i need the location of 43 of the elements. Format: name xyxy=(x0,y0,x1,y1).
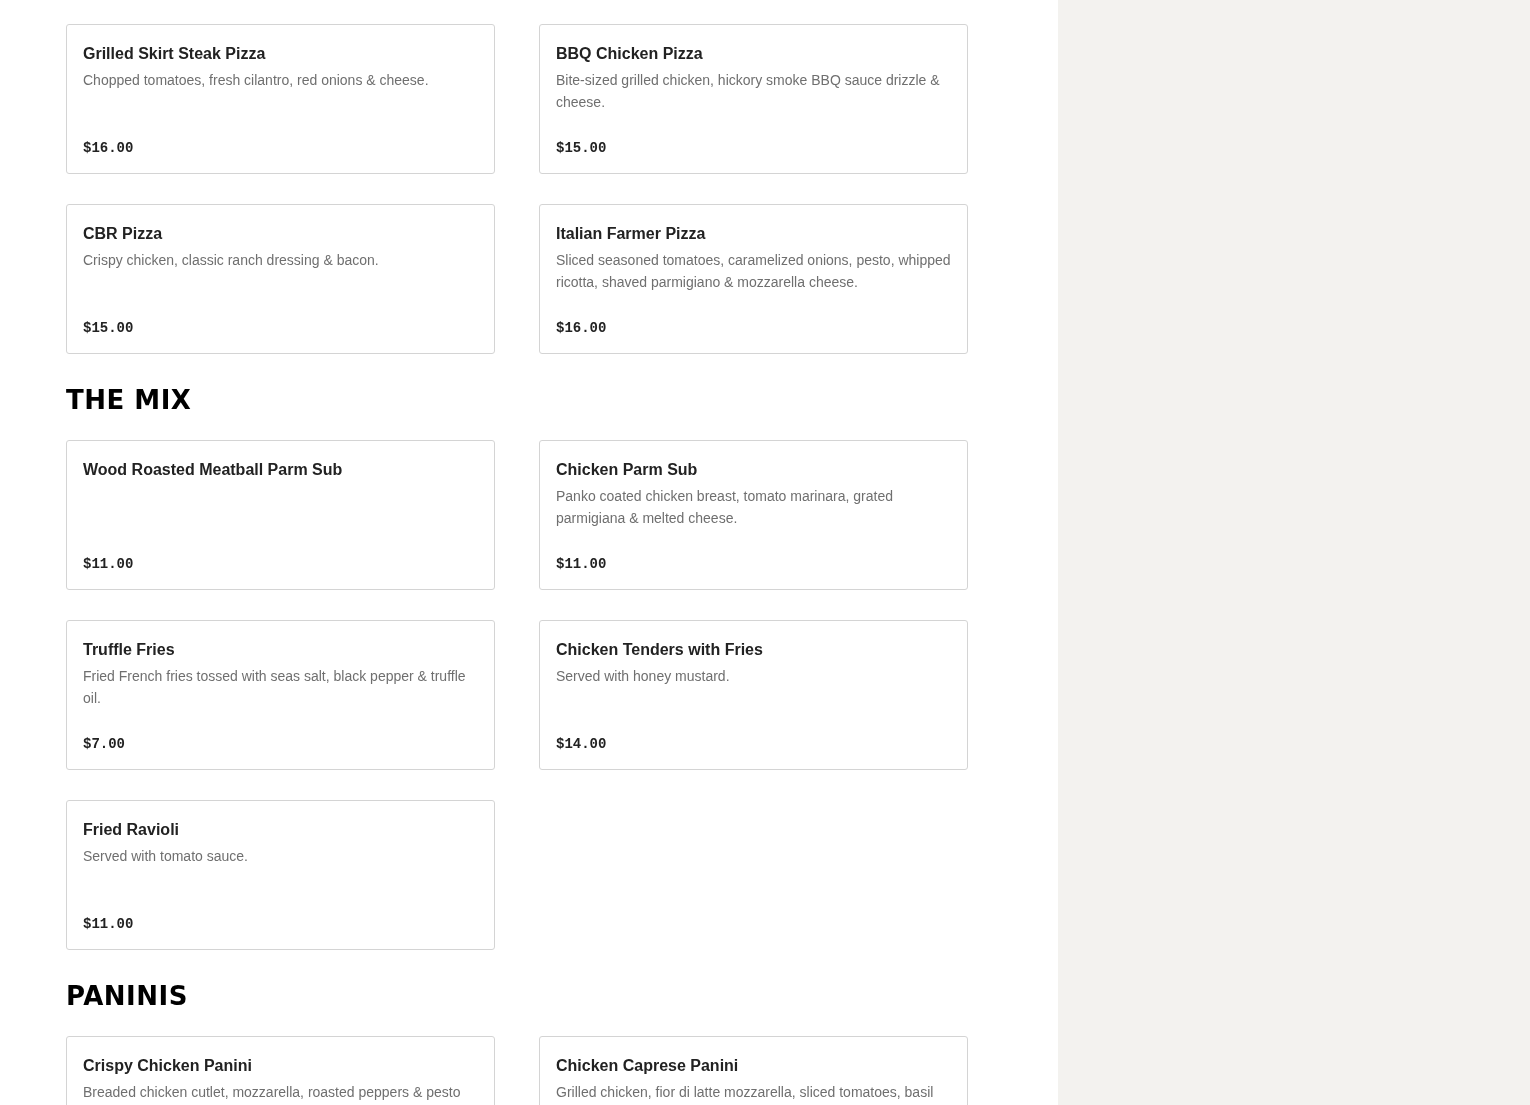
item-name: Chicken Parm Sub xyxy=(556,460,699,480)
menu-item-card[interactable]: Chicken Parm Sub Panko coated chicken breast, tomato marinara, grated parmigiana & melted cheese. $11.00 xyxy=(539,440,968,590)
item-description: Panko coated chicken breast, tomato marinara, grated parmigiana & melted cheese. xyxy=(556,487,894,528)
item-description: Bite-sized grilled chicken, hickory smoke BBQ sauce drizzle & cheese. xyxy=(556,71,941,112)
item-name: Fried Ravioli xyxy=(83,820,181,840)
section-heading: THE MIX xyxy=(66,384,193,416)
item-name: Crispy Chicken Panini xyxy=(83,1056,253,1076)
item-name: Chicken Caprese Panini xyxy=(556,1056,740,1076)
item-name: Truffle Fries xyxy=(83,640,176,660)
item-price: $11.00 xyxy=(83,916,135,932)
item-price: $16.00 xyxy=(83,140,135,156)
menu-item-card[interactable]: Fried Ravioli Served with tomato sauce. $11.00 xyxy=(66,800,495,950)
menu-item-card[interactable]: CBR Pizza Crispy chicken, classic ranch dressing & bacon. $15.00 xyxy=(66,204,495,354)
item-name: CBR Pizza xyxy=(83,224,164,244)
item-description: Served with tomato sauce. xyxy=(83,847,249,866)
item-description: Fried French fries tossed with seas salt, black pepper & truffle oil. xyxy=(83,667,467,708)
item-name: Wood Roasted Meatball Parm Sub xyxy=(83,460,344,480)
item-name: Grilled Skirt Steak Pizza xyxy=(83,44,267,64)
menu-item-card[interactable]: Italian Farmer Pizza Sliced seasoned tomatoes, caramelized onions, pesto, whipped ricotta, shaved parmigiano & mozzarella cheese. $16.00 xyxy=(539,204,968,354)
menu-item-card[interactable]: BBQ Chicken Pizza Bite-sized grilled chicken, hickory smoke BBQ sauce drizzle & cheese. $15.00 xyxy=(539,24,968,174)
menu-item-card[interactable]: Wood Roasted Meatball Parm Sub $11.00 xyxy=(66,440,495,590)
menu-item-card[interactable]: Chicken Caprese Panini Grilled chicken, fior di latte mozzarella, sliced tomatoes, basil xyxy=(539,1036,968,1105)
menu-item-card[interactable]: Grilled Skirt Steak Pizza Chopped tomatoes, fresh cilantro, red onions & cheese. $16.00 xyxy=(66,24,495,174)
item-description: Sliced seasoned tomatoes, caramelized onions, pesto, whipped ricotta, shaved parmigiano & mozzarella cheese. xyxy=(556,251,951,292)
item-price: $11.00 xyxy=(556,556,608,572)
item-name: Italian Farmer Pizza xyxy=(556,224,707,244)
item-price: $14.00 xyxy=(556,736,608,752)
menu-item-card[interactable]: Chicken Tenders with Fries Served with honey mustard. $14.00 xyxy=(539,620,968,770)
item-name: Chicken Tenders with Fries xyxy=(556,640,764,660)
item-description: Chopped tomatoes, fresh cilantro, red onions & cheese. xyxy=(83,71,430,90)
item-price: $15.00 xyxy=(556,140,608,156)
item-description: Served with honey mustard. xyxy=(556,667,731,686)
item-price: $15.00 xyxy=(83,320,135,336)
item-description: Grilled chicken, fior di latte mozzarella, sliced tomatoes, basil xyxy=(556,1083,935,1102)
item-price: $16.00 xyxy=(556,320,608,336)
item-price: $11.00 xyxy=(83,556,135,572)
item-description: Breaded chicken cutlet, mozzarella, roasted peppers & pesto xyxy=(83,1083,462,1102)
menu-item-card[interactable]: Truffle Fries Fried French fries tossed with seas salt, black pepper & truffle oil. $7.00 xyxy=(66,620,495,770)
section-heading: PANINIS xyxy=(66,980,189,1012)
item-price: $7.00 xyxy=(83,736,126,752)
item-description: Crispy chicken, classic ranch dressing & bacon. xyxy=(83,251,380,270)
item-name: BBQ Chicken Pizza xyxy=(556,44,704,64)
menu-item-card[interactable]: Crispy Chicken Panini Breaded chicken cutlet, mozzarella, roasted peppers & pesto xyxy=(66,1036,495,1105)
